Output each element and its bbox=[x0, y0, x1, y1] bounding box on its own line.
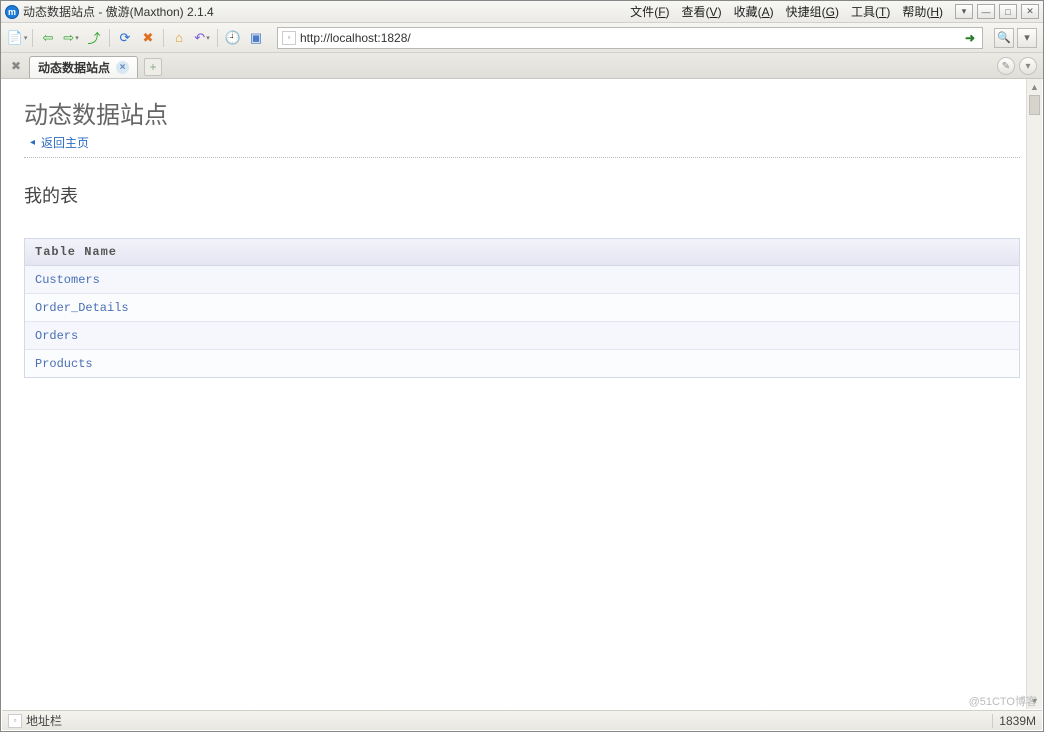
go-icon[interactable]: ➜ bbox=[962, 30, 978, 46]
home-icon[interactable]: ⌂ bbox=[169, 28, 189, 48]
table-link-products[interactable]: Products bbox=[35, 357, 93, 371]
menu-groups[interactable]: 快捷组(G) bbox=[780, 1, 845, 22]
tables-list: Table Name Customers Order_Details Order… bbox=[24, 238, 1020, 378]
new-doc-icon[interactable]: 📄 bbox=[7, 28, 27, 48]
separator-icon bbox=[217, 29, 218, 47]
watermark: @51CTO博客 bbox=[969, 693, 1037, 709]
address-bar[interactable]: ▫ ➜ bbox=[277, 27, 983, 49]
menu-help[interactable]: 帮助(H) bbox=[896, 1, 949, 22]
close-window-button[interactable]: ✕ bbox=[1021, 4, 1039, 19]
minimize-button[interactable]: — bbox=[977, 4, 995, 19]
toolbar: 📄 ⇦ ⇨ ⤴ ⟳ ✖ ⌂ ↶ 🕘 ▣ ▫ ➜ 🔍 ▾ bbox=[1, 23, 1043, 53]
table-row: Products bbox=[25, 350, 1019, 377]
table-header: Table Name bbox=[25, 239, 1019, 266]
divider bbox=[24, 157, 1020, 158]
stop-icon[interactable]: ✖ bbox=[138, 28, 158, 48]
table-link-orders[interactable]: Orders bbox=[35, 329, 78, 343]
back-icon[interactable]: ⇦ bbox=[38, 28, 58, 48]
menu-view[interactable]: 查看(V) bbox=[676, 1, 728, 22]
table-row: Orders bbox=[25, 322, 1019, 350]
back-home-link[interactable]: 返回主页 bbox=[41, 134, 89, 151]
page-content: 动态数据站点 ◂ 返回主页 我的表 Table Name Customers O… bbox=[2, 79, 1042, 394]
new-tab-button[interactable]: + bbox=[144, 58, 162, 76]
menu-bar: 文件(F) 查看(V) 收藏(A) 快捷组(G) 工具(T) 帮助(H) bbox=[624, 1, 949, 22]
menu-file[interactable]: 文件(F) bbox=[624, 1, 675, 22]
window-title: 动态数据站点 - 傲游(Maxthon) 2.1.4 bbox=[23, 3, 214, 20]
table-row: Order_Details bbox=[25, 294, 1019, 322]
tab-menu-icon[interactable]: ▾ bbox=[1019, 57, 1037, 75]
tab-system-icon[interactable]: ✖ bbox=[7, 57, 25, 75]
chevron-left-icon: ◂ bbox=[30, 137, 35, 148]
scroll-thumb[interactable] bbox=[1029, 95, 1040, 115]
forward-icon[interactable]: ⇨ bbox=[61, 28, 81, 48]
tab-bar: ✖ 动态数据站点 × + ✎ ▾ bbox=[1, 53, 1043, 79]
table-link-customers[interactable]: Customers bbox=[35, 273, 100, 287]
url-input[interactable] bbox=[300, 31, 962, 45]
separator-icon bbox=[109, 29, 110, 47]
undo-icon[interactable]: ↶ bbox=[192, 28, 212, 48]
window-controls: ▾ — □ ✕ bbox=[955, 4, 1039, 19]
scroll-up-icon[interactable]: ▲ bbox=[1027, 79, 1042, 95]
up-icon[interactable]: ⤴ bbox=[84, 28, 104, 48]
history-icon[interactable]: 🕘 bbox=[223, 28, 243, 48]
browser-viewport: 动态数据站点 ◂ 返回主页 我的表 Table Name Customers O… bbox=[2, 79, 1042, 709]
popup-icon[interactable]: ▣ bbox=[246, 28, 266, 48]
tab-close-icon[interactable]: × bbox=[116, 61, 129, 74]
section-title: 我的表 bbox=[24, 182, 1020, 208]
separator-icon bbox=[32, 29, 33, 47]
page-icon: ▫ bbox=[8, 714, 22, 728]
menu-tools[interactable]: 工具(T) bbox=[845, 1, 896, 22]
status-bar: ▫ 地址栏 1839M bbox=[2, 710, 1042, 730]
tab-tool-icon[interactable]: ✎ bbox=[997, 57, 1015, 75]
maximize-button[interactable]: □ bbox=[999, 4, 1017, 19]
page-title: 动态数据站点 bbox=[24, 95, 1020, 130]
refresh-icon[interactable]: ⟳ bbox=[115, 28, 135, 48]
vertical-scrollbar[interactable]: ▲ ▼ bbox=[1026, 79, 1042, 709]
tray-button[interactable]: ▾ bbox=[955, 4, 973, 19]
breadcrumb: ◂ 返回主页 bbox=[24, 134, 1020, 151]
title-bar: m 动态数据站点 - 傲游(Maxthon) 2.1.4 文件(F) 查看(V)… bbox=[1, 1, 1043, 23]
separator-icon bbox=[992, 714, 993, 728]
menu-favorites[interactable]: 收藏(A) bbox=[728, 1, 780, 22]
status-memory: 1839M bbox=[999, 714, 1036, 728]
status-label: 地址栏 bbox=[26, 712, 62, 729]
app-icon: m bbox=[5, 5, 19, 19]
separator-icon bbox=[163, 29, 164, 47]
tab-title: 动态数据站点 bbox=[38, 59, 110, 76]
toolbar-menu-icon[interactable]: ▾ bbox=[1017, 28, 1037, 48]
table-link-order-details[interactable]: Order_Details bbox=[35, 301, 129, 315]
page-icon: ▫ bbox=[282, 31, 296, 45]
tab-active[interactable]: 动态数据站点 × bbox=[29, 56, 138, 78]
table-row: Customers bbox=[25, 266, 1019, 294]
search-tool-icon[interactable]: 🔍 bbox=[994, 28, 1014, 48]
